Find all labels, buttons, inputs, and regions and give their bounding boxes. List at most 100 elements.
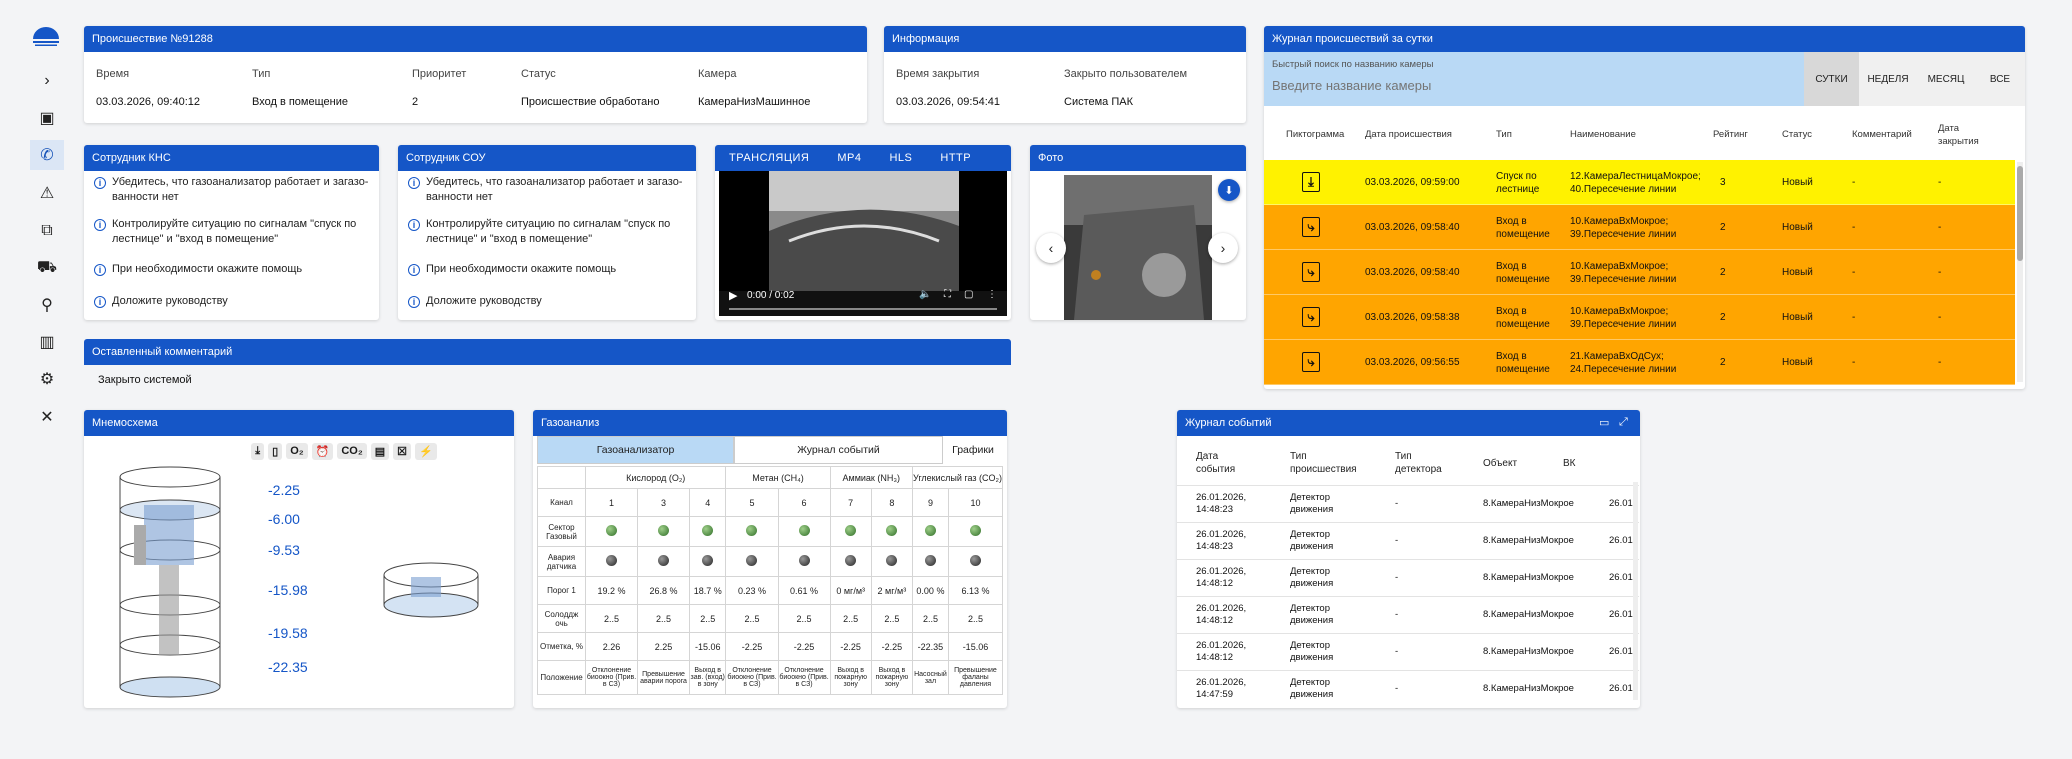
events-panel: Журнал событий ▭ ⤢ Дата события Тип прои… (1177, 410, 1640, 708)
door-sensor-icon[interactable]: ▯ (268, 442, 283, 460)
tab-stream[interactable]: ТРАНСЛЯЦИЯ (715, 152, 823, 164)
analytics-icon[interactable]: ▥ (30, 327, 64, 357)
col-vk[interactable]: ВК (1563, 457, 1576, 470)
journal-row[interactable]: ⤓ 03.03.2026, 09:59:00 Спуск по лестнице 12… (1264, 160, 2015, 205)
tab-hls[interactable]: HLS (875, 152, 926, 164)
sector-status-cell (777, 516, 831, 547)
col-closed[interactable]: Дата закрытия (1938, 122, 1988, 148)
kns-item: i Убедитесь, что газоанализатор работает … (94, 175, 369, 205)
minimize-icon[interactable]: ▭ (1599, 416, 1609, 429)
fault-led-icon (702, 555, 714, 566)
events-scrollbar[interactable] (1633, 482, 1638, 700)
video-progress[interactable] (729, 308, 997, 310)
stairs-sensor-icon[interactable]: ⤓ (251, 442, 265, 460)
video-player[interactable]: ▶ 0:00 / 0:02 🔈 ⛶ ▢ ⋮ (719, 171, 1007, 316)
journal-scrollbar[interactable] (2017, 162, 2023, 382)
col-status[interactable]: Статус (1782, 129, 1812, 140)
event-row[interactable]: 26.01.2026, 14:48:12 Детектор движения - 8.… (1177, 559, 1639, 596)
person-pin-icon[interactable]: ⚲ (30, 290, 64, 320)
tools-icon[interactable]: ✕ (30, 402, 64, 432)
phone-icon[interactable]: ✆ (30, 140, 64, 170)
type-label: Тип (252, 68, 271, 80)
depth-label: -15.98 (268, 582, 308, 598)
journal-cell-type: Вход в помещение (1496, 261, 1550, 285)
journal-cell-name: 10.КамераВхМокрое; 39.Пересечение линии (1570, 261, 1677, 285)
play-icon[interactable]: ▶ (729, 289, 737, 302)
col-pictogram[interactable]: Пиктограмма (1286, 129, 1344, 140)
vehicle-icon[interactable]: ⛟ (30, 253, 64, 283)
tab-graphs[interactable]: Графики (943, 436, 1003, 464)
journal-row[interactable]: ⤷ 03.03.2026, 09:58:40 Вход в помещение 10.… (1264, 250, 2015, 295)
settings-icon[interactable]: ⚙ (30, 364, 64, 394)
pump-sensor-icon[interactable]: ⚡ (415, 442, 437, 460)
tab-mp4[interactable]: MP4 (823, 152, 875, 164)
journal-cell-name: 10.КамераВхМокрое; 39.Пересечение линии (1570, 216, 1677, 240)
download-icon[interactable]: ⬇ (1218, 179, 1240, 201)
event-row[interactable]: 26.01.2026, 14:47:59 Детектор движения - 8.… (1177, 670, 1639, 707)
gas-cell-position: Выход в пожарную зону (829, 660, 872, 695)
camera-search[interactable]: Быстрый поиск по названию камеры (1264, 52, 1804, 106)
prev-photo-button[interactable]: ‹ (1036, 233, 1066, 263)
journal-row[interactable]: ⤷ 03.03.2026, 09:58:40 Вход в помещение 10.… (1264, 205, 2015, 250)
video-time: 0:00 / 0:02 (747, 290, 795, 301)
period-all[interactable]: ВСЕ (1975, 52, 2025, 106)
chevron-right-icon[interactable]: › (30, 66, 64, 96)
col-type[interactable]: Тип (1496, 129, 1512, 140)
monitor-icon[interactable]: ▣ (30, 103, 64, 133)
door-entry-icon: ⤷ (1302, 217, 1320, 237)
col-event-date[interactable]: Дата события (1196, 450, 1256, 476)
cameras-icon[interactable]: ⧉ (30, 216, 64, 246)
gas-cell-position: Выход в зав. (вход) в зону (688, 660, 727, 695)
gas-cell-porog: 0.61 % (777, 576, 831, 605)
col-detector-type[interactable]: Тип детектора (1395, 450, 1455, 476)
depth-label: -9.53 (268, 542, 300, 558)
col-comment[interactable]: Комментарий (1852, 129, 1912, 140)
journal-row[interactable]: ⤷ 03.03.2026, 09:56:55 Вход в помещение 21.… (1264, 340, 2015, 385)
col-object[interactable]: Объект (1483, 457, 1517, 470)
events-title: Журнал событий (1177, 410, 1640, 436)
col-name[interactable]: Наименование (1570, 129, 1636, 140)
fault-led-icon (845, 555, 857, 566)
period-month[interactable]: МЕСЯЦ (1917, 52, 1975, 106)
more-icon[interactable]: ⋮ (987, 289, 997, 300)
col-rating[interactable]: Рейтинг (1713, 129, 1748, 140)
alarm-clock-icon[interactable]: ⏰ (311, 442, 334, 460)
fault-sensor-icon[interactable]: ☒ (393, 442, 412, 460)
event-row[interactable]: 26.01.2026, 14:48:12 Детектор движения - 8.… (1177, 596, 1639, 633)
volume-icon[interactable]: 🔈 (919, 289, 931, 300)
period-week[interactable]: НЕДЕЛЯ (1859, 52, 1917, 106)
col-date[interactable]: Дата происшествия (1365, 129, 1452, 140)
tab-event-log[interactable]: Журнал событий (734, 436, 943, 464)
closed-time-label: Время закрытия (896, 68, 980, 80)
alert-icon[interactable]: ⚠ (30, 178, 64, 208)
search-label: Быстрый поиск по названию камеры (1272, 59, 1434, 70)
sensor-fault-cell (947, 546, 1004, 577)
next-photo-button[interactable]: › (1208, 233, 1238, 263)
tab-http[interactable]: HTTP (926, 152, 985, 164)
tab-analyzer[interactable]: Газоанализатор (537, 436, 734, 464)
pip-icon[interactable]: ▢ (964, 289, 973, 300)
expand-icon[interactable]: ⤢ (1619, 416, 1628, 429)
event-row[interactable]: 26.01.2026, 14:48:23 Детектор движения - 8.… (1177, 485, 1639, 522)
col-event-type[interactable]: Тип происшествия (1290, 450, 1360, 476)
info-icon: i (94, 264, 106, 276)
gas-group-header: Аммиак (NH₃) (829, 466, 913, 489)
fault-led-icon (886, 555, 898, 566)
journal-cell-comment: - (1852, 312, 1856, 323)
event-cell-date: 26.01.2026, 14:48:23 (1196, 492, 1247, 515)
search-input[interactable] (1272, 74, 1772, 96)
period-day[interactable]: СУТКИ (1804, 52, 1859, 106)
fullscreen-icon[interactable]: ⛶ (944, 289, 951, 300)
gas-sensor-icon[interactable]: ▤ (370, 442, 390, 460)
journal-cell-closed: - (1938, 267, 1942, 278)
o2-sensor-icon[interactable]: O₂ (286, 443, 308, 459)
gas-cell-range: 2..5 (584, 604, 639, 633)
incident-panel: Происшествие №91288 Время Тип Приоритет … (84, 26, 867, 123)
gas-row-label: Отметка, % (537, 632, 586, 661)
co2-sensor-icon[interactable]: CO₂ (337, 443, 367, 459)
event-row[interactable]: 26.01.2026, 14:48:23 Детектор движения - 8.… (1177, 522, 1639, 559)
journal-row[interactable]: ⤷ 03.03.2026, 09:58:38 Вход в помещение 10.… (1264, 295, 2015, 340)
sou-title: Сотрудник СОУ (398, 145, 696, 171)
event-row[interactable]: 26.01.2026, 14:48:12 Детектор движения - 8.… (1177, 633, 1639, 670)
event-cell-obj: 8.КамераНизМокрое (1483, 498, 1574, 509)
